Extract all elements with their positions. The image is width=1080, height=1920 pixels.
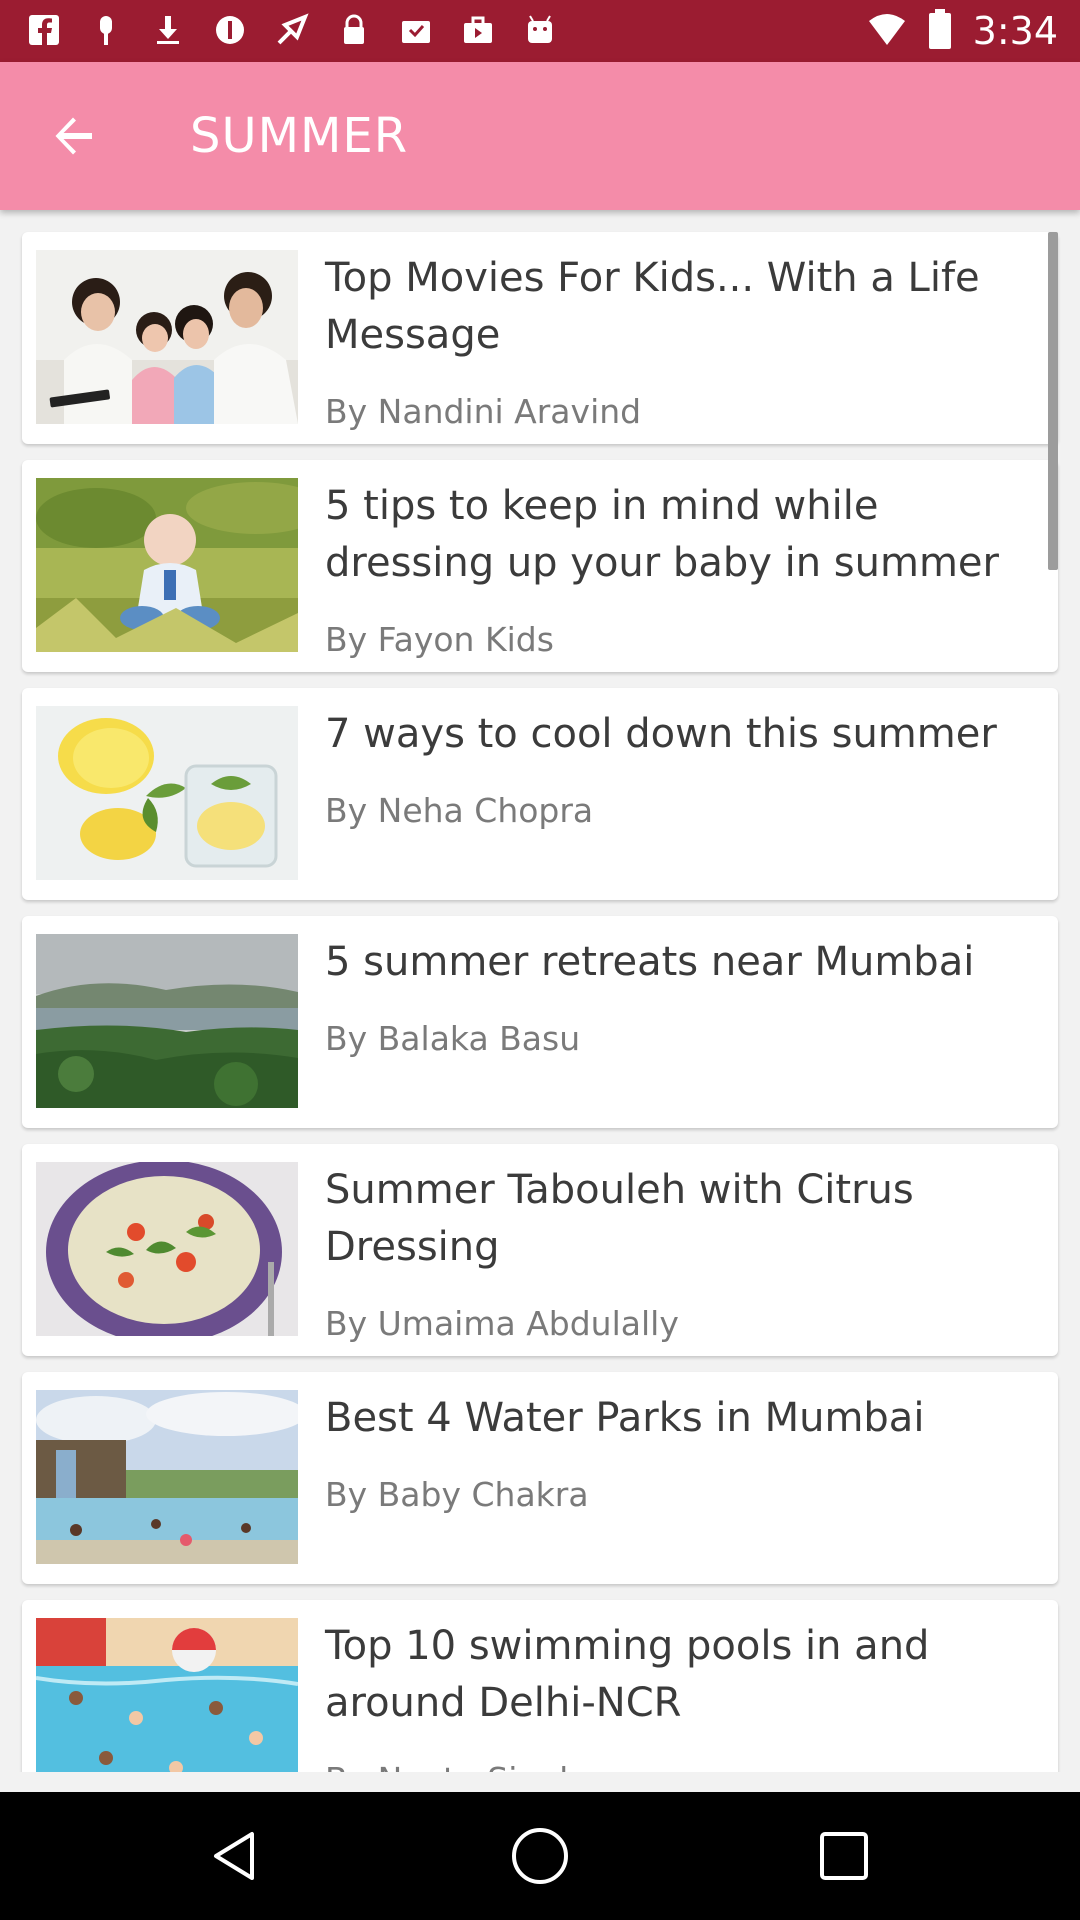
briefcase-icon xyxy=(458,10,498,50)
article-card[interactable]: 5 tips to keep in mind while dressing up… xyxy=(22,460,1058,672)
notification-icons xyxy=(24,10,560,50)
battery-icon xyxy=(927,8,953,54)
nav-home-button[interactable] xyxy=(500,1816,580,1896)
facebook-icon xyxy=(24,10,64,50)
recents-square-icon xyxy=(820,1832,868,1880)
wifi-icon xyxy=(867,9,907,53)
article-author: By Neetu Singh xyxy=(325,1760,580,1772)
article-author: By Fayon Kids xyxy=(325,620,554,659)
article-thumbnail xyxy=(36,1618,298,1772)
article-title: Top 10 swimming pools in and around Delh… xyxy=(325,1623,930,1726)
article-author: By Balaka Basu xyxy=(325,1019,581,1058)
inbox-icon xyxy=(396,10,436,50)
article-thumbnail xyxy=(36,1390,298,1564)
system-nav-bar xyxy=(0,1792,1080,1920)
article-author: By Nandini Aravind xyxy=(325,392,642,431)
article-thumbnail xyxy=(36,934,298,1108)
fake-gps-icon xyxy=(272,10,312,50)
article-title: Summer Tabouleh with Citrus Dressing xyxy=(325,1167,914,1270)
article-list[interactable]: Top Movies For Kids... With a Life Messa… xyxy=(0,210,1080,1772)
article-title: Top Movies For Kids... With a Life Messa… xyxy=(325,255,980,358)
blocked-icon xyxy=(210,10,250,50)
article-card[interactable]: Best 4 Water Parks in Mumbai By Baby Cha… xyxy=(22,1372,1058,1584)
article-title: 5 summer retreats near Mumbai xyxy=(325,939,975,985)
status-time: 3:34 xyxy=(972,9,1058,53)
article-card[interactable]: Summer Tabouleh with Citrus Dressing By … xyxy=(22,1144,1058,1356)
download-icon xyxy=(148,10,188,50)
status-bar: 3:34 xyxy=(0,0,1080,62)
article-thumbnail xyxy=(36,478,298,652)
page-title: SUMMER xyxy=(190,108,409,164)
clip-icon xyxy=(86,10,126,50)
scrollbar[interactable] xyxy=(1048,232,1058,570)
article-card[interactable]: 5 summer retreats near Mumbai By Balaka … xyxy=(22,916,1058,1128)
article-thumbnail xyxy=(36,706,298,880)
article-card[interactable]: Top Movies For Kids... With a Life Messa… xyxy=(22,232,1058,444)
arrow-left-icon xyxy=(55,117,92,155)
article-thumbnail xyxy=(36,1162,298,1336)
nav-back-button[interactable] xyxy=(196,1816,276,1896)
home-circle-icon xyxy=(512,1828,568,1884)
article-title: Best 4 Water Parks in Mumbai xyxy=(325,1395,925,1441)
article-card[interactable]: 7 ways to cool down this summer By Neha … xyxy=(22,688,1058,900)
article-title: 5 tips to keep in mind while dressing up… xyxy=(325,483,999,586)
android-icon xyxy=(520,10,560,50)
status-right: 3:34 xyxy=(867,8,1058,54)
lock-icon xyxy=(334,10,374,50)
nav-recents-button[interactable] xyxy=(804,1816,884,1896)
article-title: 7 ways to cool down this summer xyxy=(325,711,997,757)
article-card[interactable]: Top 10 swimming pools in and around Delh… xyxy=(22,1600,1058,1772)
back-button[interactable] xyxy=(40,102,108,170)
back-triangle-icon xyxy=(214,1832,254,1880)
article-thumbnail xyxy=(36,250,298,424)
article-author: By Umaima Abdulally xyxy=(325,1304,679,1343)
article-author: By Neha Chopra xyxy=(325,791,594,830)
app-bar: SUMMER xyxy=(0,62,1080,210)
article-author: By Baby Chakra xyxy=(325,1475,589,1514)
